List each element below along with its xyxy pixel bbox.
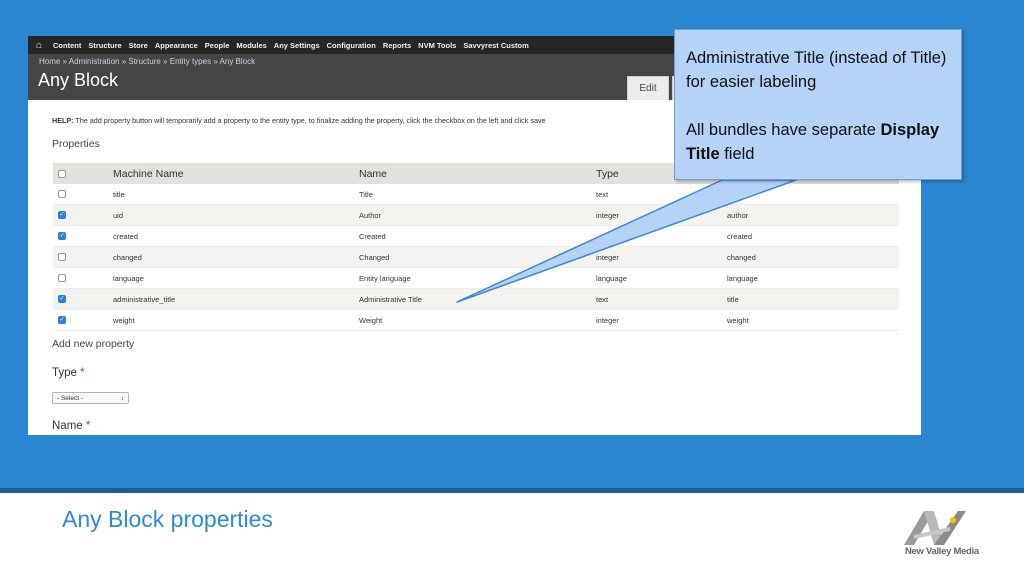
cell-name: Administrative Title	[359, 294, 422, 304]
cell-machine-name: title	[113, 189, 125, 199]
cell-machine-name: created	[113, 231, 139, 241]
type-select-value: - Select -	[57, 394, 84, 402]
cell-machine-name: weight	[113, 315, 135, 325]
cell-name: Entity language	[359, 273, 411, 283]
row-check-cell: ✓	[53, 295, 113, 303]
help-text: HELP: The add property button will tempo…	[52, 116, 546, 125]
row-check-cell: ✓	[53, 316, 113, 324]
row-checkbox[interactable]	[58, 253, 66, 261]
row-checkbox[interactable]: ✓	[58, 232, 66, 240]
table-row: ✓ uid Author integer author	[53, 205, 899, 226]
cell-name: Weight	[359, 315, 383, 325]
cell-type: text	[596, 189, 609, 199]
menu-item-any-settings[interactable]: Any Settings	[274, 41, 320, 50]
required-marker: *	[80, 367, 85, 379]
cell-type: language	[596, 273, 627, 283]
cell-extra: created	[727, 231, 753, 241]
menu-item-people[interactable]: People	[205, 41, 230, 50]
cell-type: integer	[596, 210, 619, 220]
table-row: changed Changed integer changed	[53, 247, 899, 268]
cell-extra: title	[727, 294, 739, 304]
row-check-cell: ✓	[53, 232, 113, 240]
cell-extra: changed	[727, 252, 756, 262]
logo-text: New Valley Media	[905, 546, 979, 557]
row-checkbox[interactable]: ✓	[58, 316, 66, 324]
cell-name: Created	[359, 231, 386, 241]
callout-line-2: All bundles have separate Display Title …	[686, 118, 951, 166]
callout-line-2-prefix: All bundles have separate	[686, 121, 881, 139]
row-check-cell: ✓	[53, 211, 113, 219]
type-label-text: Type	[52, 367, 77, 379]
menu-item-structure[interactable]: Structure	[88, 41, 121, 50]
row-checkbox[interactable]	[58, 190, 66, 198]
menu-item-configuration[interactable]: Configuration	[327, 41, 376, 50]
tab-edit[interactable]: Edit	[627, 76, 669, 100]
row-check-cell	[53, 253, 113, 261]
slide-divider	[0, 488, 1024, 493]
table-row: ✓ weight Weight integer weight	[53, 310, 899, 331]
home-icon[interactable]: ⌂	[32, 40, 46, 51]
table-row: title Title text	[53, 184, 899, 205]
add-new-property-heading: Add new property	[52, 338, 135, 350]
cell-name: Author	[359, 210, 382, 220]
table-row: language Entity language language langua…	[53, 268, 899, 289]
name-label-text: Name	[52, 420, 83, 432]
properties-table: Machine Name Name Type title Title text …	[53, 163, 899, 331]
cell-type: integer	[596, 315, 619, 325]
name-label: Name *	[52, 420, 90, 432]
help-label: HELP:	[52, 116, 74, 125]
type-select[interactable]: - Select - ↕	[52, 392, 129, 404]
menu-item-savvyrest-custom[interactable]: Savvyrest Custom	[463, 41, 528, 50]
slide-title: Any Block properties	[62, 506, 273, 532]
menu-item-content[interactable]: Content	[53, 41, 81, 50]
row-check-cell	[53, 274, 113, 282]
select-arrows-icon: ↕	[120, 394, 124, 402]
header-name: Name	[359, 167, 388, 180]
breadcrumb[interactable]: Home » Administration » Structure » Enti…	[39, 57, 255, 66]
select-all-cell	[53, 169, 113, 178]
page-title: Any Block	[38, 70, 119, 90]
cell-name: Title	[359, 189, 373, 199]
select-all-checkbox[interactable]	[58, 169, 66, 178]
menu-item-store[interactable]: Store	[129, 41, 148, 50]
cell-machine-name: language	[113, 273, 144, 283]
cell-type: text	[596, 294, 609, 304]
cell-extra: weight	[727, 315, 749, 325]
table-row: ✓ administrative_title Administrative Ti…	[53, 289, 899, 310]
cell-machine-name: changed	[113, 252, 142, 262]
cell-extra: language	[727, 273, 758, 283]
cell-name: Changed	[359, 252, 390, 262]
table-row: ✓ created Created created	[53, 226, 899, 247]
row-checkbox[interactable]	[58, 274, 66, 282]
required-marker: *	[85, 420, 91, 432]
properties-heading: Properties	[52, 138, 100, 150]
type-label: Type *	[52, 367, 85, 379]
row-checkbox[interactable]: ✓	[58, 211, 66, 219]
menu-item-modules[interactable]: Modules	[236, 41, 266, 50]
annotation-callout: Administrative Title (instead of Title) …	[674, 29, 962, 180]
menu-item-reports[interactable]: Reports	[383, 41, 411, 50]
cell-type: integer	[596, 252, 619, 262]
menu-item-appearance[interactable]: Appearance	[155, 41, 198, 50]
row-checkbox[interactable]: ✓	[58, 295, 66, 303]
callout-line-2-suffix: field	[719, 145, 755, 163]
header-machine-name: Machine Name	[113, 167, 184, 180]
cell-machine-name: administrative_title	[113, 294, 176, 304]
menu-item-nvm-tools[interactable]: NVM Tools	[418, 41, 456, 50]
cell-extra: author	[727, 210, 749, 220]
callout-line-1: Administrative Title (instead of Title) …	[686, 49, 947, 91]
help-body: The add property button will temporarily…	[73, 116, 546, 125]
row-check-cell	[53, 190, 113, 198]
cell-machine-name: uid	[113, 210, 124, 220]
